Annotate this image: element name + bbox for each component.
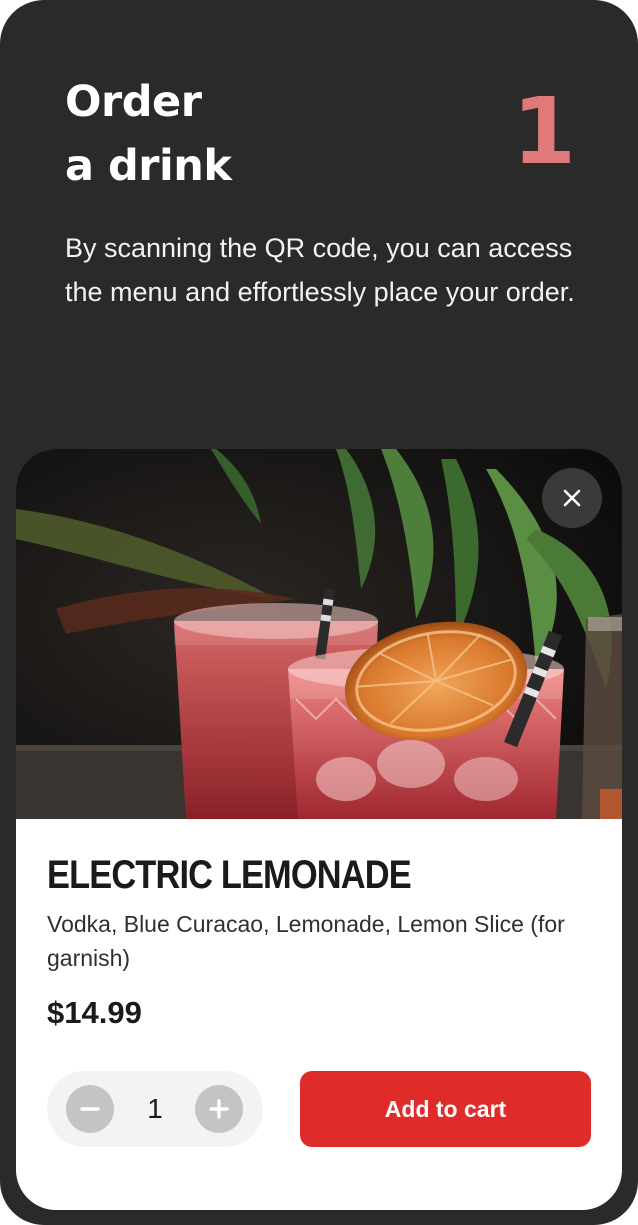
close-icon (563, 489, 581, 507)
step-title-line-2: a drink (65, 141, 232, 191)
product-card: ELECTRIC LEMONADE Vodka, Blue Curacao, L… (16, 449, 622, 1210)
decrease-quantity-button[interactable] (66, 1085, 114, 1133)
quantity-value: 1 (147, 1093, 163, 1124)
quantity-stepper: 1 (47, 1071, 263, 1147)
minus-icon (80, 1107, 100, 1111)
close-button[interactable] (542, 468, 602, 528)
step-title-line-1: Order (65, 77, 202, 127)
cocktail-illustration (16, 449, 622, 819)
product-name: ELECTRIC LEMONADE (47, 853, 412, 897)
product-description: Vodka, Blue Curacao, Lemonade, Lemon Sli… (47, 911, 565, 971)
plus-icon (209, 1099, 229, 1119)
product-price: $14.99 (47, 995, 142, 1030)
step-title: Order a drink (65, 70, 232, 198)
screen-frame: Order a drink 1 By scanning the QR code,… (0, 0, 638, 1225)
cocktail-photo (16, 449, 622, 819)
increase-quantity-button[interactable] (195, 1085, 243, 1133)
step-description: By scanning the QR code, you can access … (65, 233, 575, 307)
add-to-cart-button[interactable]: Add to cart (300, 1071, 591, 1147)
step-number: 1 (511, 78, 576, 185)
